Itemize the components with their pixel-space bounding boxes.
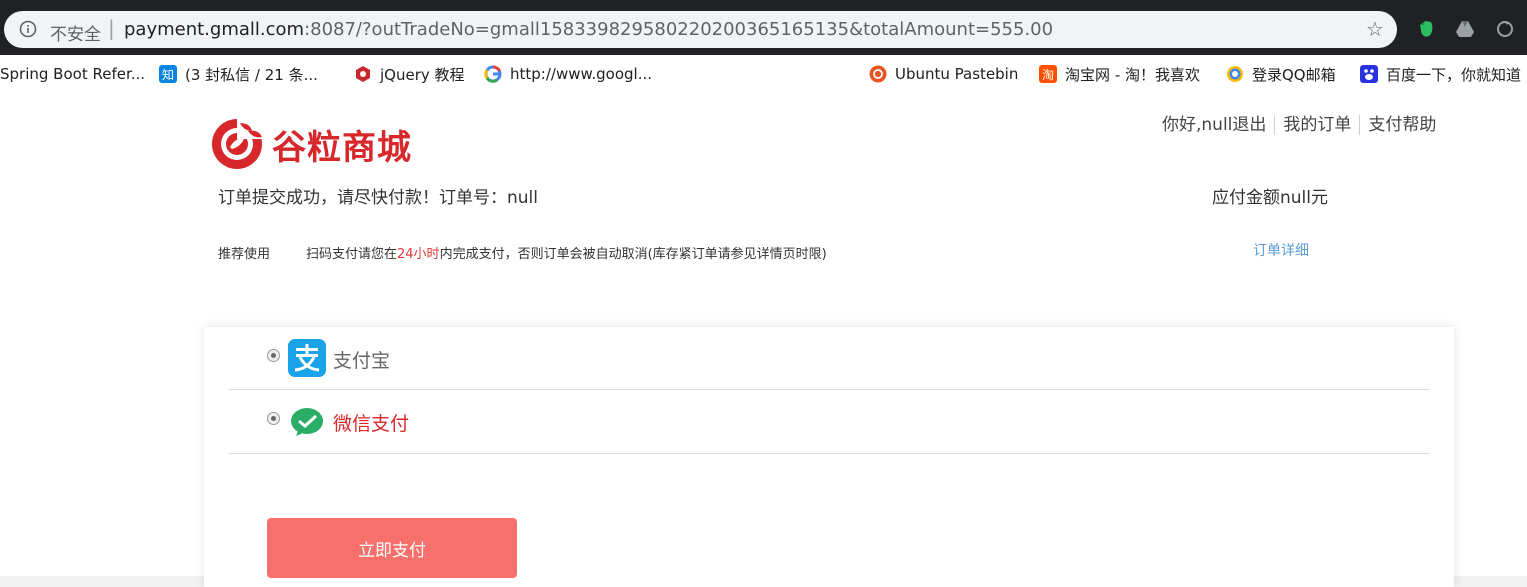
bookmark-label: http://www.googl... xyxy=(510,65,653,83)
bookmark-label: 百度一下，你就知道 xyxy=(1386,65,1522,84)
amount-due: 应付金额null元 xyxy=(1212,188,1328,208)
tip-suffix: 内完成支付，否则订单会被自动取消(库存紧订单请参见详情页时限) xyxy=(439,247,827,262)
bookmark-label: 淘宝网 - 淘！我喜欢 xyxy=(1065,65,1200,84)
brand-name: 谷粒商城 xyxy=(272,127,412,168)
order-detail-link[interactable]: 订单详细 xyxy=(1253,240,1309,260)
google-drive-icon[interactable] xyxy=(1455,19,1475,39)
recommend-label: 推荐使用 xyxy=(218,247,271,262)
evernote-icon[interactable] xyxy=(1416,19,1436,39)
url-host: payment.gmall.com xyxy=(124,19,305,40)
bookmark-label: Ubuntu Pastebin xyxy=(895,65,1019,83)
insecure-label: 不安全 xyxy=(50,25,101,45)
jquery-icon xyxy=(356,66,370,82)
bookmark-google[interactable]: http://www.googl... xyxy=(484,60,652,88)
page-content: 谷粒商城 你好,null退出 我的订单 支付帮助 订单提交成功，请尽快付款！订单… xyxy=(0,93,1527,587)
browser-toolbar: 不安全 | payment.gmall.com:8087/?outTradeNo… xyxy=(0,0,1527,55)
ubuntu-icon xyxy=(869,65,887,83)
address-bar[interactable]: 不安全 | payment.gmall.com:8087/?outTradeNo… xyxy=(4,11,1397,48)
google-icon xyxy=(484,65,502,83)
sync-icon[interactable] xyxy=(1495,19,1515,39)
pay-now-button[interactable]: 立即支付 xyxy=(267,518,517,578)
bookmark-baidu[interactable]: 百度一下，你就知道 xyxy=(1360,60,1521,88)
bookmark-label: jQuery 教程 xyxy=(380,65,465,84)
payment-option-alipay[interactable]: 支付宝 xyxy=(229,327,1429,390)
alipay-radio[interactable] xyxy=(267,349,280,362)
bookmarks-bar: Spring Boot Refer... 知 (3 封私信 / 21 条... … xyxy=(0,55,1527,135)
info-icon[interactable] xyxy=(19,20,37,38)
payment-time-tip: 扫码支付请您在24小时内完成支付，否则订单会被自动取消(库存紧订单请参见详情页时… xyxy=(306,243,827,262)
zhihu-icon: 知 xyxy=(159,65,177,83)
url-path: :8087/?outTradeNo=gmall15833982958022020… xyxy=(304,19,1054,40)
alipay-label: 支付宝 xyxy=(333,350,391,372)
tip-deadline: 24小时 xyxy=(397,247,440,262)
bookmark-taobao[interactable]: 淘 淘宝网 - 淘！我喜欢 xyxy=(1039,60,1200,88)
bookmark-label: 登录QQ邮箱 xyxy=(1252,65,1336,84)
header-links: 你好,null退出 我的订单 支付帮助 xyxy=(1162,115,1444,135)
bookmark-qq-mail[interactable]: 登录QQ邮箱 xyxy=(1226,60,1336,88)
payment-help-link[interactable]: 支付帮助 xyxy=(1359,115,1444,135)
wechat-pay-label: 微信支付 xyxy=(333,413,410,435)
url-text[interactable]: payment.gmall.com:8087/?outTradeNo=gmall… xyxy=(124,19,1053,40)
address-separator: | xyxy=(108,16,115,40)
bookmark-zhihu[interactable]: 知 (3 封私信 / 21 条... xyxy=(159,60,318,88)
bookmark-spring-boot[interactable]: Spring Boot Refer... xyxy=(0,60,145,88)
alipay-icon xyxy=(288,339,326,377)
bookmark-jquery[interactable]: jQuery 教程 xyxy=(354,60,465,88)
logo-icon xyxy=(212,117,264,169)
order-success-message: 订单提交成功，请尽快付款！订单号：null xyxy=(218,188,538,208)
bookmark-star-icon[interactable]: ☆ xyxy=(1366,17,1384,41)
wechat-radio[interactable] xyxy=(267,412,280,425)
brand-logo[interactable]: 谷粒商城 xyxy=(210,117,412,171)
baidu-icon xyxy=(1360,65,1378,83)
qq-mail-icon xyxy=(1227,66,1243,82)
my-orders-link[interactable]: 我的订单 xyxy=(1274,115,1359,135)
bookmark-label: (3 封私信 / 21 条... xyxy=(185,65,318,84)
greeting-logout-link[interactable]: 你好,null退出 xyxy=(1162,115,1274,135)
payment-panel: 支付宝 微信支付 立即支付 xyxy=(204,327,1454,587)
payment-option-wechat[interactable]: 微信支付 xyxy=(229,391,1429,454)
taobao-icon: 淘 xyxy=(1039,65,1057,83)
tip-prefix: 扫码支付请您在 xyxy=(306,247,398,262)
bookmark-label: Spring Boot Refer... xyxy=(0,65,146,83)
wechat-pay-icon xyxy=(291,408,323,436)
bookmark-ubuntu[interactable]: Ubuntu Pastebin xyxy=(869,60,1018,88)
